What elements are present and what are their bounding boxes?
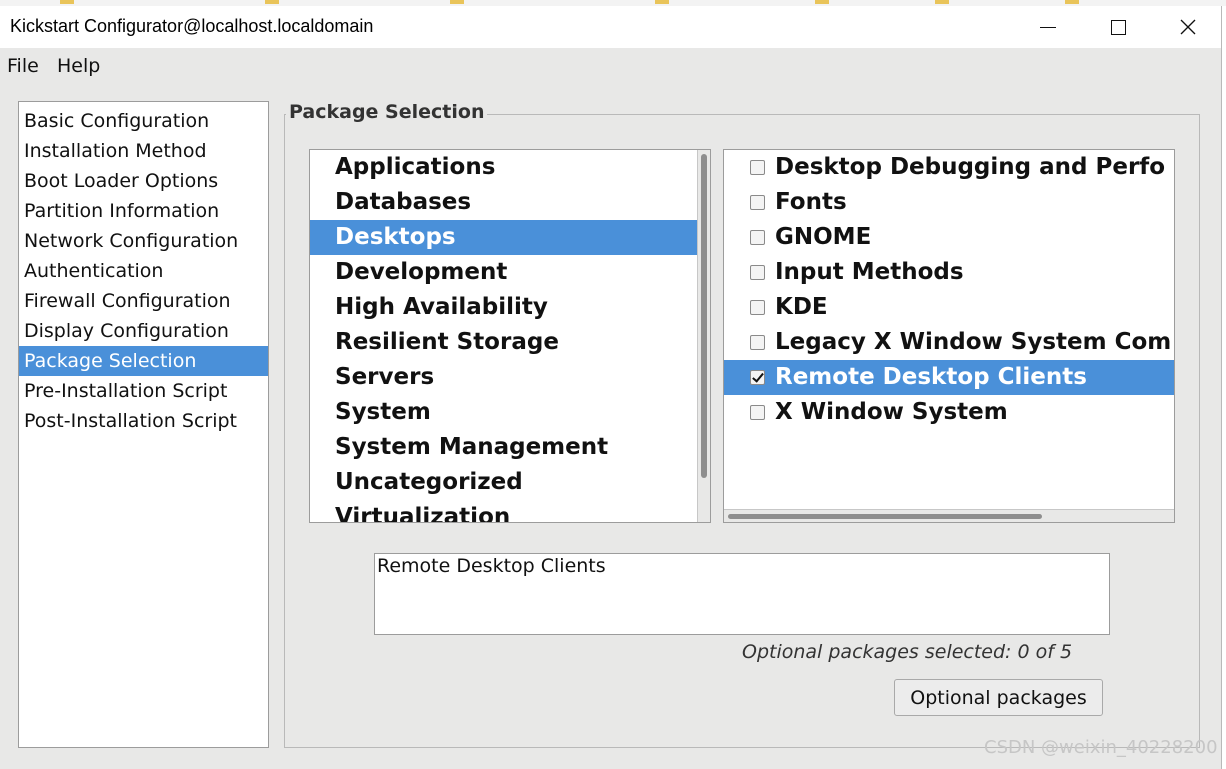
close-button[interactable] — [1153, 6, 1223, 48]
folder-icon — [450, 0, 464, 4]
group-item-development[interactable]: Development — [310, 255, 697, 290]
group-item-databases[interactable]: Databases — [310, 185, 697, 220]
optional-packages-button[interactable]: Optional packages — [894, 679, 1103, 716]
nav-item-pre-installation-script[interactable]: Pre-Installation Script — [19, 376, 268, 406]
checkbox[interactable] — [750, 335, 765, 350]
nav-item-post-installation-script[interactable]: Post-Installation Script — [19, 406, 268, 436]
package-item[interactable]: KDE — [724, 290, 1174, 325]
menu-file[interactable]: File — [7, 55, 39, 77]
package-list[interactable]: Desktop Debugging and Perfo Fonts GNOME … — [723, 149, 1175, 523]
folder-icon — [815, 0, 829, 4]
package-item[interactable]: Fonts — [724, 185, 1174, 220]
package-item[interactable]: Legacy X Window System Com — [724, 325, 1174, 360]
nav-item-display-configuration[interactable]: Display Configuration — [19, 316, 268, 346]
package-item[interactable]: GNOME — [724, 220, 1174, 255]
nav-item-partition-information[interactable]: Partition Information — [19, 196, 268, 226]
package-label: Legacy X Window System Com — [775, 329, 1172, 355]
folder-icon — [265, 0, 279, 4]
package-list-scrollbar[interactable] — [724, 509, 1174, 522]
package-label: KDE — [775, 294, 828, 320]
package-label: X Window System — [775, 399, 1008, 425]
folder-icon — [1065, 0, 1079, 4]
package-label: Remote Desktop Clients — [775, 364, 1087, 390]
checkbox[interactable] — [750, 230, 765, 245]
window-title: Kickstart Configurator@localhost.localdo… — [10, 16, 374, 36]
checkbox[interactable] — [750, 300, 765, 315]
package-description: Remote Desktop Clients — [374, 553, 1110, 635]
package-item[interactable]: Input Methods — [724, 255, 1174, 290]
nav-item-basic-configuration[interactable]: Basic Configuration — [19, 106, 268, 136]
group-item-resilient-storage[interactable]: Resilient Storage — [310, 325, 697, 360]
scrollbar-thumb[interactable] — [728, 514, 1042, 519]
nav-item-boot-loader-options[interactable]: Boot Loader Options — [19, 166, 268, 196]
section-list: Basic Configuration Installation Method … — [18, 101, 269, 748]
group-item-virtualization[interactable]: Virtualization — [310, 500, 697, 522]
group-list-scrollbar[interactable] — [697, 150, 710, 522]
maximize-button[interactable] — [1083, 6, 1153, 48]
minimize-icon — [1040, 26, 1056, 28]
minimize-button[interactable] — [1013, 6, 1083, 48]
group-item-system-management[interactable]: System Management — [310, 430, 697, 465]
group-item-system[interactable]: System — [310, 395, 697, 430]
checkbox[interactable] — [750, 195, 765, 210]
package-item[interactable]: Desktop Debugging and Perfo — [724, 150, 1174, 185]
nav-item-authentication[interactable]: Authentication — [19, 256, 268, 286]
checkbox[interactable] — [750, 160, 765, 175]
checkbox-checked[interactable] — [750, 370, 765, 385]
nav-item-package-selection[interactable]: Package Selection — [19, 346, 268, 376]
title-bar[interactable]: Kickstart Configurator@localhost.localdo… — [0, 6, 1221, 48]
package-label: Fonts — [775, 189, 847, 215]
checkbox[interactable] — [750, 405, 765, 420]
nav-item-network-configuration[interactable]: Network Configuration — [19, 226, 268, 256]
group-item-high-availability[interactable]: High Availability — [310, 290, 697, 325]
group-item-applications[interactable]: Applications — [310, 150, 697, 185]
package-label: Desktop Debugging and Perfo — [775, 154, 1166, 180]
scrollbar-thumb[interactable] — [701, 154, 707, 478]
folder-icon — [935, 0, 949, 4]
optional-status-text: Optional packages selected: 0 of 5 — [742, 641, 1073, 663]
package-item-selected[interactable]: Remote Desktop Clients — [724, 360, 1174, 395]
package-group-list[interactable]: Applications Databases Desktops Developm… — [309, 149, 711, 523]
maximize-icon — [1110, 19, 1126, 35]
package-label: GNOME — [775, 224, 872, 250]
group-item-servers[interactable]: Servers — [310, 360, 697, 395]
package-label: Input Methods — [775, 259, 964, 285]
nav-item-firewall-configuration[interactable]: Firewall Configuration — [19, 286, 268, 316]
folder-icon — [655, 0, 669, 4]
watermark: CSDN @weixin_40228200 — [984, 737, 1218, 758]
package-item[interactable]: X Window System — [724, 395, 1174, 430]
folder-icon — [60, 0, 74, 4]
section-title: Package Selection — [286, 101, 488, 123]
checkbox[interactable] — [750, 265, 765, 280]
close-icon — [1180, 19, 1196, 35]
group-item-desktops[interactable]: Desktops — [310, 220, 697, 255]
kickstart-window: Kickstart Configurator@localhost.localdo… — [0, 6, 1222, 769]
menu-help[interactable]: Help — [57, 55, 100, 77]
nav-item-installation-method[interactable]: Installation Method — [19, 136, 268, 166]
group-item-uncategorized[interactable]: Uncategorized — [310, 465, 697, 500]
menu-bar: File Help — [0, 48, 1221, 82]
